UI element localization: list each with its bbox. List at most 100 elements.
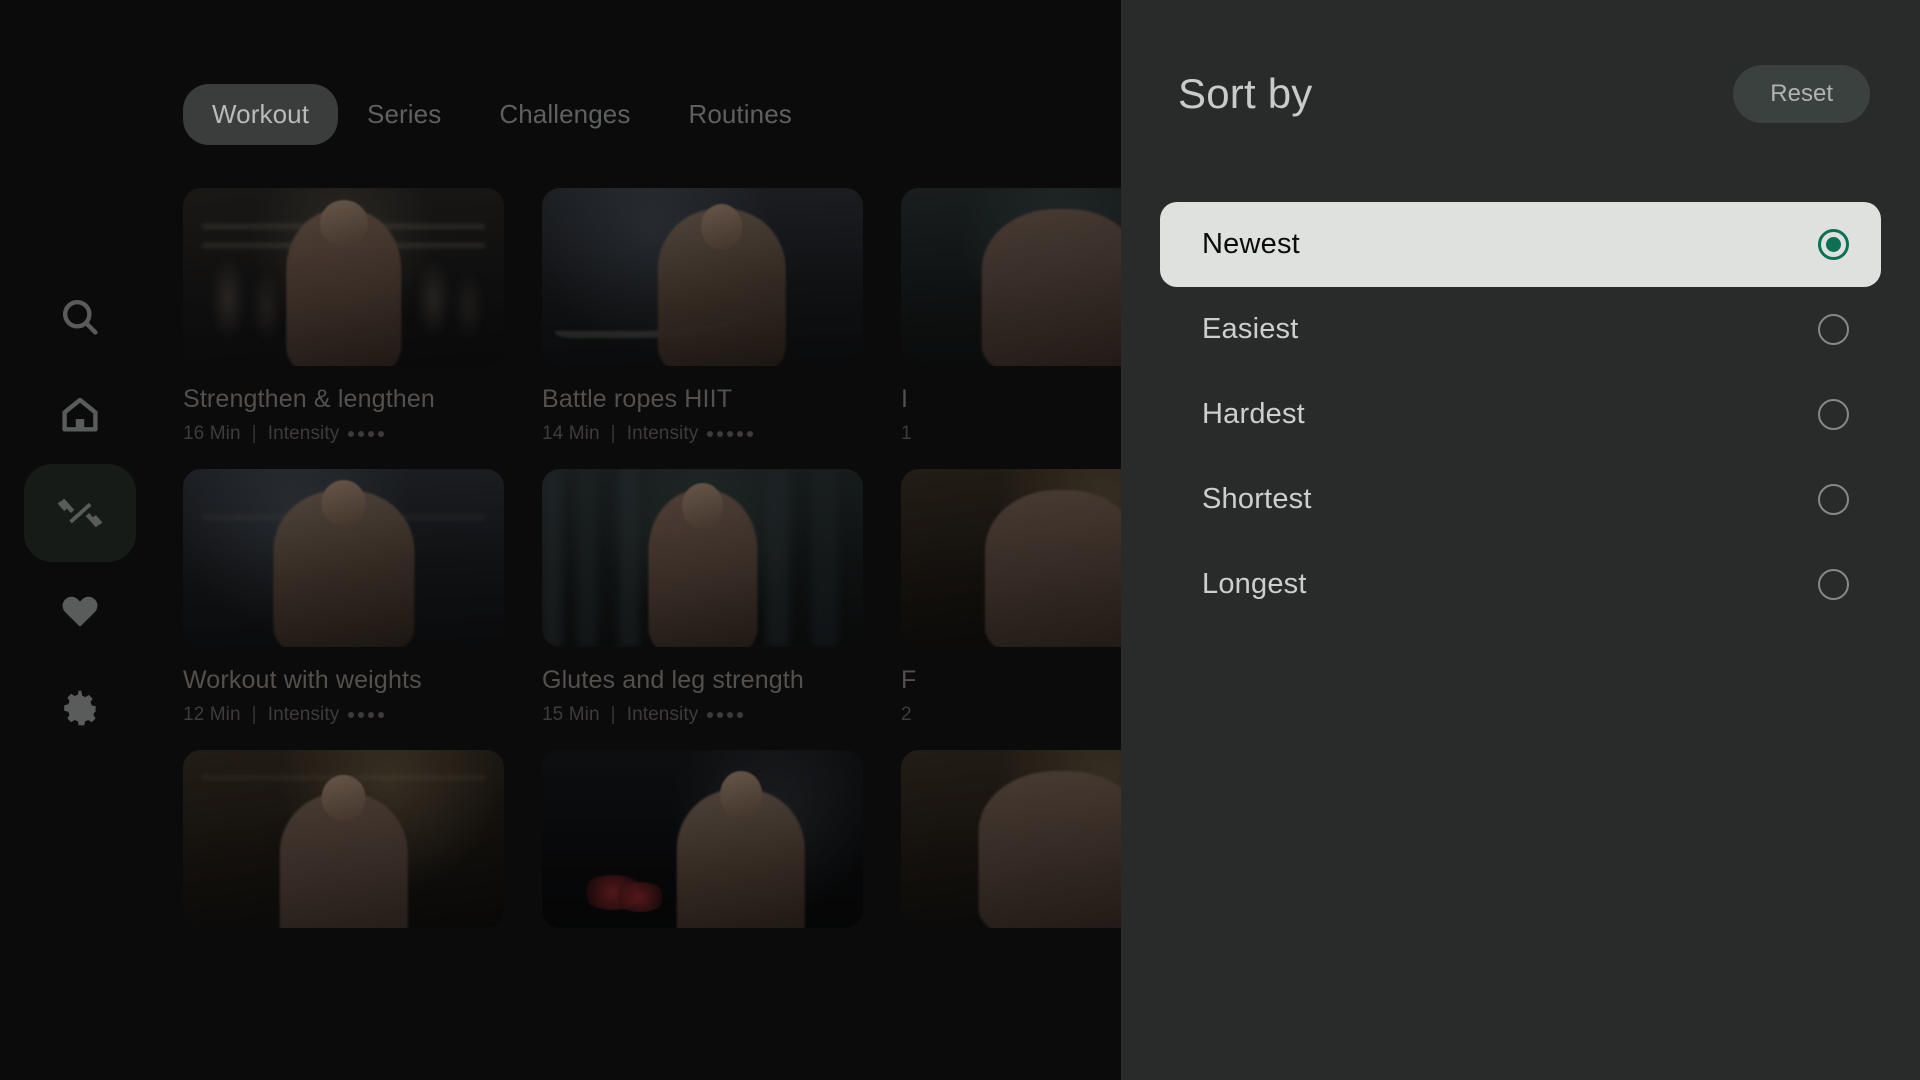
- sort-option-easiest[interactable]: Easiest: [1160, 287, 1881, 372]
- reset-button[interactable]: Reset: [1733, 65, 1870, 123]
- sort-option-longest[interactable]: Longest: [1160, 542, 1881, 627]
- card-duration: 14 Min: [542, 423, 600, 444]
- meta-separator: |: [610, 423, 616, 444]
- intensity-dots: [707, 431, 754, 437]
- panel-title: Sort by: [1178, 70, 1313, 117]
- intensity-dot: [707, 431, 714, 437]
- card-title: Glutes and leg strength: [542, 666, 804, 694]
- card-duration: 2: [901, 704, 912, 725]
- gear-icon: [58, 687, 102, 731]
- intensity-dot: [378, 431, 385, 437]
- panel-header: Sort by Reset: [1178, 60, 1870, 128]
- intensity-dot: [707, 712, 714, 718]
- sort-option-label: Hardest: [1202, 398, 1305, 430]
- intensity-dot: [727, 431, 734, 437]
- intensity-dot: [358, 712, 365, 718]
- radio-dot: [1826, 237, 1841, 252]
- intensity-dot: [368, 712, 375, 718]
- card-intensity-label: Intensity: [626, 704, 699, 725]
- intensity-dots: [348, 712, 385, 718]
- intensity-dot: [348, 712, 355, 718]
- intensity-dot: [737, 712, 744, 718]
- workout-photo: [542, 750, 863, 928]
- sort-by-panel: Sort by Reset Newest Easiest Hardest Sho…: [1121, 0, 1920, 1080]
- intensity-dot: [358, 431, 365, 437]
- card-thumbnail: [542, 469, 863, 647]
- workout-card-grid: Strengthen & lengthen 16 Min | Intensity: [183, 188, 1222, 928]
- card-meta: 14 Min | Intensity: [542, 423, 863, 445]
- sort-option-label: Newest: [1202, 228, 1300, 260]
- sidebar-nav: [0, 0, 160, 1080]
- sort-option-hardest[interactable]: Hardest: [1160, 372, 1881, 457]
- intensity-dots: [348, 431, 385, 437]
- intensity-dot: [717, 712, 724, 718]
- workout-photo: [542, 469, 863, 647]
- workout-card[interactable]: Battle ropes HIIT 14 Min | Intensity: [542, 188, 863, 445]
- intensity-dot: [727, 712, 734, 718]
- workout-photo: [183, 188, 504, 366]
- workout-card[interactable]: Workout with weights 12 Min | Intensity: [183, 469, 504, 726]
- intensity-dots: [707, 712, 744, 718]
- sidebar-item-search[interactable]: [24, 268, 136, 366]
- intensity-dot: [737, 431, 744, 437]
- dumbbell-icon: [56, 489, 104, 537]
- content-type-tabs: Workout Series Challenges Routines: [183, 84, 821, 145]
- radio-button[interactable]: [1818, 484, 1849, 515]
- card-duration: 15 Min: [542, 704, 600, 725]
- intensity-dot: [717, 431, 724, 437]
- card-thumbnail: [183, 469, 504, 647]
- radio-button[interactable]: [1818, 314, 1849, 345]
- workout-card[interactable]: [542, 750, 863, 928]
- card-title: Battle ropes HIIT: [542, 385, 733, 413]
- card-intensity-label: Intensity: [267, 423, 340, 444]
- tab-series[interactable]: Series: [338, 84, 470, 145]
- radio-button[interactable]: [1818, 569, 1849, 600]
- workout-card[interactable]: Strengthen & lengthen 16 Min | Intensity: [183, 188, 504, 445]
- radio-button-selected[interactable]: [1818, 229, 1849, 260]
- app-root: Workout Series Challenges Routines Stren…: [0, 0, 1920, 1080]
- card-duration: 12 Min: [183, 704, 241, 725]
- heart-icon: [58, 589, 102, 633]
- intensity-dot: [348, 431, 355, 437]
- workout-photo: [183, 750, 504, 928]
- card-thumbnail: [542, 750, 863, 928]
- card-intensity-label: Intensity: [626, 423, 699, 444]
- sidebar-item-workouts[interactable]: [24, 464, 136, 562]
- home-icon: [58, 393, 102, 437]
- card-meta: 16 Min | Intensity: [183, 423, 504, 445]
- card-meta: 12 Min | Intensity: [183, 704, 504, 726]
- radio-button[interactable]: [1818, 399, 1849, 430]
- sort-option-label: Shortest: [1202, 483, 1312, 515]
- sort-option-label: Easiest: [1202, 313, 1299, 345]
- card-duration: 1: [901, 423, 912, 444]
- workout-card[interactable]: Glutes and leg strength 15 Min | Intensi…: [542, 469, 863, 726]
- meta-separator: |: [251, 423, 257, 444]
- sort-options-list: Newest Easiest Hardest Shortest Longest: [1160, 202, 1881, 627]
- card-thumbnail: [183, 750, 504, 928]
- card-intensity-label: Intensity: [267, 704, 340, 725]
- sidebar-item-favorites[interactable]: [24, 562, 136, 660]
- meta-separator: |: [610, 704, 616, 725]
- search-icon: [58, 295, 102, 339]
- sort-option-newest[interactable]: Newest: [1160, 202, 1881, 287]
- tab-workout[interactable]: Workout: [183, 84, 339, 145]
- intensity-dot: [378, 712, 385, 718]
- card-thumbnail: [542, 188, 863, 366]
- workout-card[interactable]: [183, 750, 504, 928]
- intensity-dot: [747, 431, 754, 437]
- tab-challenges[interactable]: Challenges: [470, 84, 659, 145]
- sidebar-item-settings[interactable]: [24, 660, 136, 758]
- card-title: Workout with weights: [183, 666, 422, 694]
- card-thumbnail: [183, 188, 504, 366]
- sort-option-shortest[interactable]: Shortest: [1160, 457, 1881, 542]
- workout-photo: [183, 469, 504, 647]
- workout-photo: [542, 188, 863, 366]
- card-title: Strengthen & lengthen: [183, 385, 435, 413]
- meta-separator: |: [251, 704, 257, 725]
- card-duration: 16 Min: [183, 423, 241, 444]
- intensity-dot: [368, 431, 375, 437]
- tab-routines[interactable]: Routines: [659, 84, 820, 145]
- sidebar-item-home[interactable]: [24, 366, 136, 464]
- card-meta: 15 Min | Intensity: [542, 704, 863, 726]
- sort-option-label: Longest: [1202, 568, 1307, 600]
